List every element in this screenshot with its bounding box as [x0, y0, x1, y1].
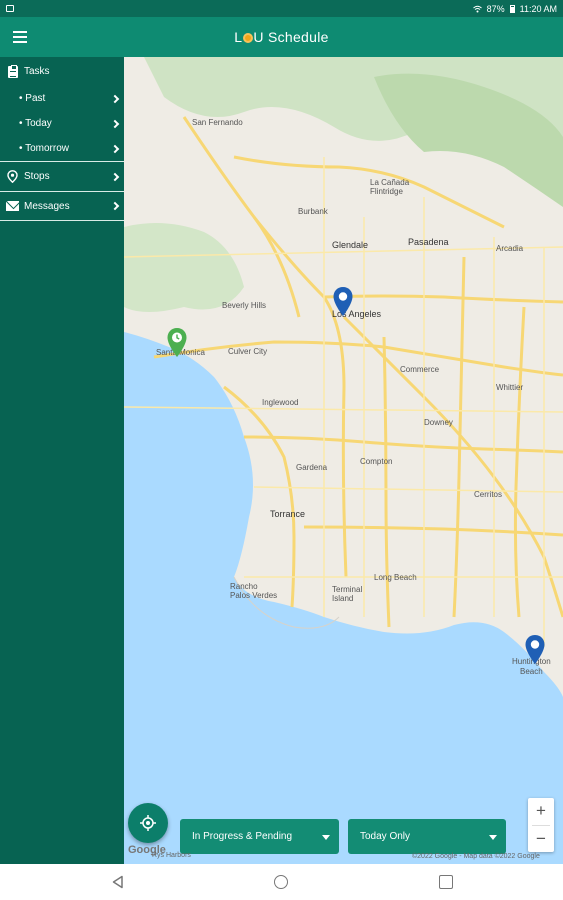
- sidebar-item-label: Stops: [24, 171, 50, 182]
- location-marker-blue-icon[interactable]: [524, 634, 546, 666]
- crosshair-icon: [140, 815, 156, 831]
- chevron-right-icon: [110, 201, 120, 211]
- system-nav-bar: [0, 864, 563, 900]
- date-filter-value: Today Only: [360, 831, 411, 842]
- sidebar-item-label: Tasks: [24, 66, 50, 77]
- date-filter-dropdown[interactable]: Today Only: [348, 819, 506, 854]
- battery-icon: [509, 4, 515, 13]
- sidebar-item-label: • Tomorrow: [19, 143, 69, 154]
- map-copyright: ©2022 Google - Map data ©2022 Google: [412, 853, 540, 860]
- sidebar-item-label: • Today: [19, 118, 52, 129]
- zoom-in-button[interactable]: +: [528, 798, 554, 825]
- place-label: Rys Harbors: [152, 852, 191, 859]
- sidebar-item-today[interactable]: • Today: [0, 111, 124, 136]
- app-title-prefix: L: [234, 29, 243, 45]
- caret-down-icon: [322, 835, 330, 840]
- app-bar: L U Schedule: [0, 17, 563, 57]
- place-label: Gardena: [296, 463, 328, 472]
- place-label: Downey: [424, 418, 453, 427]
- my-location-button[interactable]: [128, 803, 168, 843]
- place-label: Torrance: [270, 509, 306, 519]
- status-filter-value: In Progress & Pending: [192, 831, 293, 842]
- place-label: Pasadena: [408, 237, 449, 247]
- place-label: Inglewood: [262, 398, 299, 407]
- place-label: Rancho Palos Verdes: [230, 582, 278, 600]
- chevron-right-icon: [110, 94, 120, 103]
- chevron-right-icon: [110, 144, 120, 153]
- place-label: Culver City: [228, 347, 268, 356]
- clock-marker-green-icon[interactable]: [166, 327, 188, 359]
- recent-apps-icon[interactable]: [439, 875, 453, 889]
- battery-percent: 87%: [486, 3, 505, 14]
- status-filter-dropdown[interactable]: In Progress & Pending: [180, 819, 339, 854]
- sidebar-item-tomorrow[interactable]: • Tomorrow: [0, 136, 124, 161]
- sidebar-item-messages[interactable]: Messages: [0, 191, 124, 221]
- place-label: Beverly Hills: [222, 301, 267, 310]
- caret-down-icon: [489, 835, 497, 840]
- mail-icon: [6, 200, 19, 213]
- map-canvas: [124, 57, 563, 864]
- place-label: Arcadia: [496, 244, 524, 253]
- place-label: Terminal Island: [332, 585, 363, 603]
- place-label: La Cañada Flintridge: [370, 178, 410, 196]
- logo-icon: [242, 33, 253, 43]
- zoom-out-button[interactable]: −: [528, 826, 554, 853]
- place-label: Compton: [360, 457, 393, 466]
- status-bar: 87% 11:20 AM: [0, 0, 563, 17]
- sidebar-item-label: • Past: [19, 93, 46, 104]
- app-title: L U Schedule: [0, 29, 563, 45]
- place-label: Commerce: [400, 365, 440, 374]
- chevron-right-icon: [110, 172, 120, 181]
- location-marker-blue-icon[interactable]: [332, 286, 354, 318]
- app-title-suffix: U Schedule: [253, 29, 329, 45]
- sidebar-item-label: Messages: [24, 200, 70, 212]
- place-label: Cerritos: [474, 490, 503, 499]
- sidebar: Tasks • Past • Today • Tomorrow Stops Me…: [0, 57, 124, 864]
- map-view[interactable]: San Fernando Burbank La Cañada Flintridg…: [124, 57, 563, 864]
- image-icon: [6, 5, 14, 12]
- place-label: Burbank: [298, 207, 328, 216]
- zoom-controls: + −: [528, 798, 554, 852]
- status-time: 11:20 AM: [519, 3, 557, 14]
- sidebar-item-past[interactable]: • Past: [0, 86, 124, 111]
- back-icon[interactable]: [111, 875, 125, 889]
- chevron-right-icon: [110, 119, 120, 128]
- place-label: San Fernando: [192, 118, 243, 127]
- clipboard-icon: [6, 64, 19, 78]
- sidebar-item-stops[interactable]: Stops: [0, 161, 124, 191]
- sidebar-item-tasks[interactable]: Tasks: [0, 57, 124, 86]
- wifi-icon: [472, 5, 482, 13]
- place-label: Glendale: [332, 240, 369, 250]
- home-icon[interactable]: [274, 875, 288, 889]
- place-label: Whittier: [496, 383, 524, 392]
- place-label: Long Beach: [374, 573, 417, 582]
- map-pin-icon: [6, 170, 19, 183]
